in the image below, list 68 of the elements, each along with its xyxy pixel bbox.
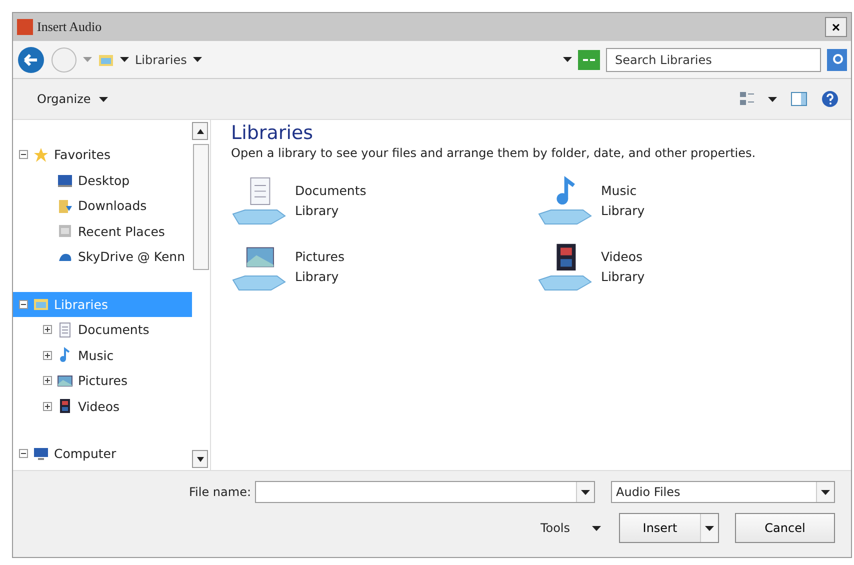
desktop-icon — [57, 172, 73, 188]
up-arrow-icon — [196, 128, 204, 134]
downloads-icon — [57, 198, 73, 214]
preview-pane-icon[interactable] — [791, 92, 807, 106]
file-name-label: File name: — [189, 485, 251, 499]
cancel-button[interactable]: Cancel — [735, 513, 835, 543]
caret-icon — [192, 57, 202, 62]
caret-icon — [98, 96, 108, 102]
help-icon[interactable] — [821, 90, 839, 108]
computer-icon — [33, 446, 49, 462]
refresh-icon[interactable] — [578, 50, 600, 70]
tools-menu[interactable]: Tools — [538, 519, 603, 537]
scrollbar-thumb[interactable] — [193, 144, 209, 270]
file-name-field[interactable] — [255, 481, 595, 503]
tree-item[interactable]: Computer — [13, 441, 192, 466]
caret-icon — [705, 526, 714, 530]
library-subtitle: Library — [601, 268, 645, 286]
caret-icon — [563, 57, 572, 62]
library-subtitle: Library — [295, 202, 340, 220]
expand-icon[interactable] — [43, 350, 52, 360]
tree-item[interactable]: SkyDrive @ Kenn — [13, 244, 192, 270]
caret-icon — [120, 57, 129, 62]
breadcrumb[interactable]: Libraries — [135, 52, 187, 66]
library-name[interactable]: Documents — [295, 181, 366, 201]
window-title: Insert Audio — [37, 19, 103, 35]
library-subtitle: Library — [295, 268, 340, 286]
star-icon — [33, 146, 49, 163]
insert-button[interactable]: Insert — [619, 513, 719, 543]
caret-icon — [83, 57, 92, 62]
library-name[interactable]: Music — [601, 181, 645, 201]
content-description: Open a library to see your files and arrange them by folder, date, and other properties. — [231, 146, 757, 160]
scroll-down-button[interactable] — [192, 450, 208, 468]
scroll-up-button[interactable] — [192, 122, 208, 140]
organize-menu[interactable]: Organize — [35, 90, 110, 108]
video-icon — [57, 398, 73, 414]
app-icon — [17, 19, 33, 35]
back-icon[interactable] — [17, 46, 45, 74]
tree-item[interactable]: Documents — [13, 317, 192, 342]
library-icon — [33, 296, 49, 312]
document-icon — [57, 322, 73, 338]
tree-item[interactable]: Favorites — [13, 142, 192, 168]
search-icon[interactable] — [827, 48, 847, 70]
tree-item[interactable]: Recent Places — [13, 218, 192, 244]
close-button[interactable]: × — [825, 17, 847, 37]
library-subtitle: Library — [601, 202, 645, 220]
search-field[interactable]: Search Libraries — [606, 48, 821, 72]
library-name[interactable]: Pictures — [295, 247, 344, 267]
library-name[interactable]: Videos — [601, 247, 645, 267]
caret-icon — [768, 96, 777, 102]
tree-item[interactable]: Desktop — [13, 168, 192, 193]
caret-icon — [821, 490, 830, 494]
expand-icon[interactable] — [43, 402, 52, 411]
caret-icon — [592, 526, 601, 530]
content-heading: Libraries — [231, 122, 314, 144]
caret-icon — [581, 490, 590, 494]
collapse-icon[interactable] — [19, 449, 28, 458]
tree-item[interactable]: Music — [13, 342, 192, 368]
expand-icon[interactable] — [43, 376, 52, 386]
view-options-icon[interactable] — [740, 91, 754, 107]
tree-item[interactable]: Downloads — [13, 193, 192, 218]
picture-icon — [57, 372, 73, 389]
collapse-icon[interactable] — [19, 150, 28, 160]
file-type-dropdown[interactable]: Audio Files — [611, 481, 835, 503]
tree-item[interactable]: Videos — [13, 394, 192, 419]
expand-icon[interactable] — [43, 325, 52, 334]
collapse-icon[interactable] — [19, 300, 28, 309]
down-arrow-icon — [196, 456, 204, 462]
tree-item[interactable]: Pictures — [13, 368, 192, 394]
